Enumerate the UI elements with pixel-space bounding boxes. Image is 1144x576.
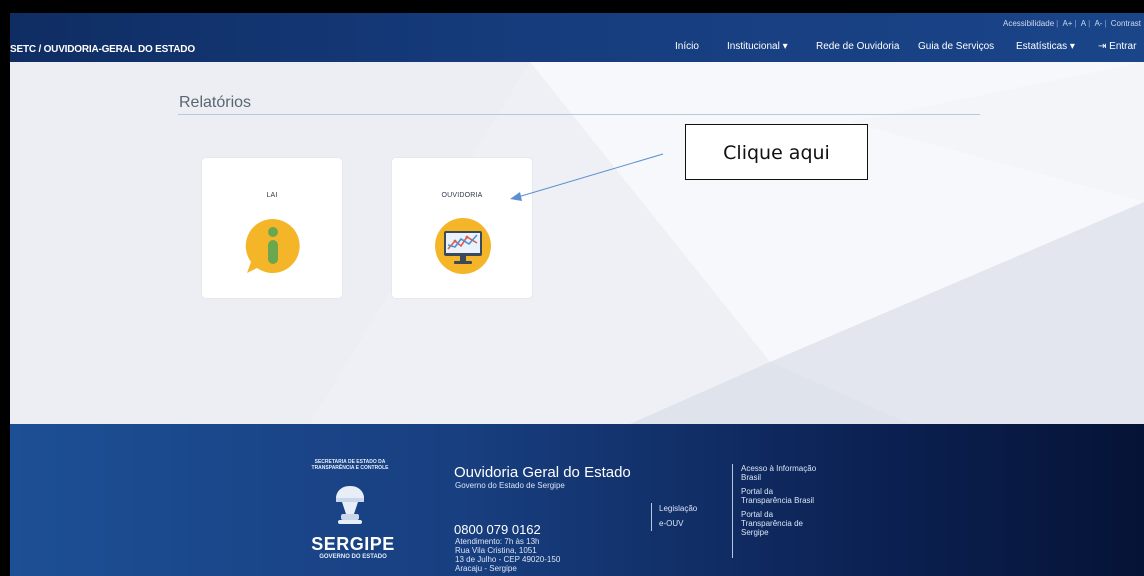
footer-link-transparencia-sergipe[interactable]: Portal da Transparência de Sergipe: [741, 510, 803, 537]
link-line: Transparência de: [741, 519, 803, 528]
footer-subtitle: Governo do Estado de Sergipe: [455, 481, 565, 490]
footer-atendimento: Atendimento: 7h às 13h: [455, 537, 540, 546]
footer-street: Rua Vila Cristina, 1051: [455, 546, 537, 555]
login-icon: ⇥: [1098, 41, 1107, 52]
card-lai-label: LAI: [266, 192, 278, 199]
font-decrease-button[interactable]: A-: [1094, 19, 1102, 28]
link-line: Transparência Brasil: [741, 496, 815, 505]
nav-inicio[interactable]: Início: [675, 41, 699, 52]
card-ouvidoria-label: OUVIDORIA: [441, 192, 483, 199]
site-footer: SECRETARIA DE ESTADO DA TRANSPARÊNCIA E …: [10, 424, 1144, 576]
contrast-button[interactable]: Contrast: [1111, 19, 1141, 28]
footer-divider: [651, 503, 652, 531]
link-line: Brasil: [741, 473, 762, 482]
footer-phone: 0800 079 0162: [454, 522, 541, 537]
font-increase-button[interactable]: A+: [1062, 19, 1072, 28]
card-ouvidoria[interactable]: OUVIDORIA: [391, 157, 533, 299]
page-title: Relatórios: [179, 94, 252, 111]
footer-link-e-ouv[interactable]: e-OUV: [659, 519, 683, 528]
site-brand[interactable]: SETC / OUVIDORIA-GERAL DO ESTADO: [10, 44, 195, 55]
card-lai[interactable]: LAI: [201, 157, 343, 299]
font-normal-button[interactable]: A: [1081, 19, 1086, 28]
footer-link-transparencia-brasil[interactable]: Portal da Transparência Brasil: [741, 487, 814, 505]
content-background: [10, 62, 1144, 424]
callout-box: Clique aqui: [685, 124, 868, 180]
footer-city: Aracaju - Sergipe: [455, 564, 517, 573]
browser-viewport: Acessibilidade | A+ | A | A- | Contrast SETC…: [10, 13, 1144, 576]
link-line: Portal da: [741, 510, 774, 519]
nav-institucional[interactable]: Institucional ▾: [727, 41, 788, 52]
footer-title: Ouvidoria Geral do Estado: [454, 464, 631, 481]
monitor-chart-icon: [435, 218, 491, 274]
sergipe-coat-of-arms-icon: [336, 486, 364, 524]
background-pattern: [10, 62, 1144, 424]
footer-divider: [732, 464, 733, 558]
nav-guia-servicos[interactable]: Guia de Serviços: [918, 41, 994, 52]
accessibility-link[interactable]: Acessibilidade: [1003, 19, 1054, 28]
link-line: Sergipe: [741, 528, 769, 537]
sergipe-logo-text: SERGIPE: [311, 534, 395, 554]
footer-district: 13 de Julho - CEP 49020-150: [455, 555, 561, 564]
nav-entrar[interactable]: ⇥ Entrar: [1098, 41, 1136, 52]
title-divider: [178, 114, 980, 115]
accessibility-bar: Acessibilidade | A+ | A | A- | Contrast: [1003, 19, 1141, 28]
secretaria-label: SECRETARIA DE ESTADO DA TRANSPARÊNCIA E …: [311, 459, 389, 471]
link-line: Portal da: [741, 487, 774, 496]
governo-logo-text: GOVERNO DO ESTADO: [319, 554, 387, 560]
info-speech-bubble-icon: [245, 218, 300, 273]
nav-estatisticas[interactable]: Estatísticas ▾: [1016, 41, 1075, 52]
nav-entrar-label: Entrar: [1109, 41, 1137, 52]
nav-rede-ouvidoria[interactable]: Rede de Ouvidoria: [816, 41, 899, 52]
callout-text: Clique aqui: [723, 142, 830, 164]
footer-link-legislacao[interactable]: Legislação: [659, 504, 697, 513]
link-line: Acesso à Informação: [741, 464, 817, 473]
footer-link-acesso-informacao[interactable]: Acesso à Informação Brasil: [741, 464, 816, 482]
top-navbar: Acessibilidade | A+ | A | A- | Contrast SETC…: [10, 13, 1144, 62]
